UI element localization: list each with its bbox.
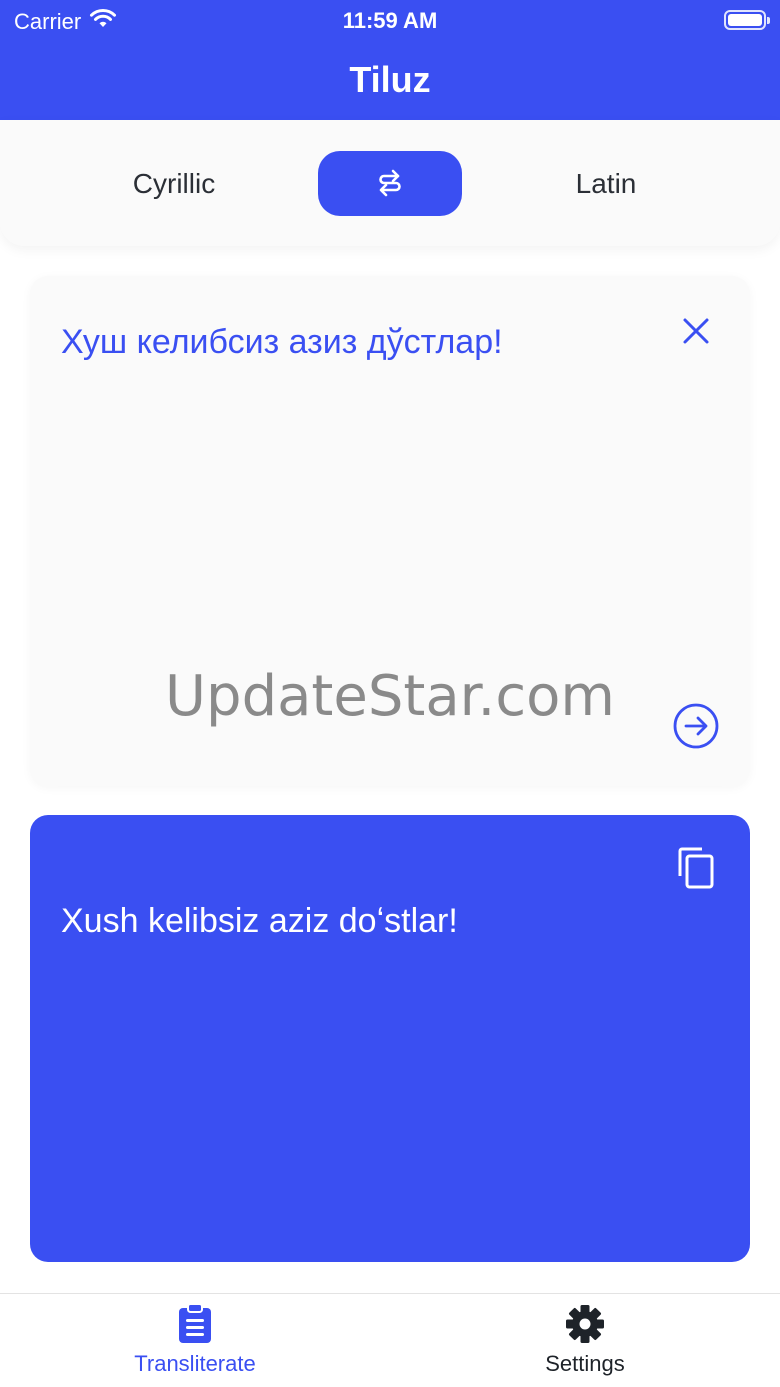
top-bar: Carrier 11:59 AM Tiluz — [0, 0, 780, 120]
target-language-label[interactable]: Latin — [496, 164, 716, 204]
output-text: Xush kelibsiz aziz doʻstlar! — [61, 902, 458, 940]
gear-icon — [565, 1304, 605, 1344]
clipboard-list-icon — [175, 1304, 215, 1344]
copy-icon — [676, 846, 716, 893]
swap-languages-button[interactable] — [318, 151, 462, 216]
tab-label-settings: Settings — [545, 1351, 625, 1376]
copy-button[interactable] — [672, 845, 720, 893]
clear-button[interactable] — [676, 312, 716, 352]
battery-icon — [724, 10, 770, 30]
status-time: 11:59 AM — [342, 8, 438, 33]
swap-arrows-icon — [375, 167, 405, 200]
input-text-field[interactable]: Хуш келибсиз азиз дўстлар! — [61, 320, 661, 364]
tab-bar: Transliterate Settings — [0, 1293, 780, 1387]
tab-settings[interactable]: Settings — [390, 1294, 780, 1387]
watermark: UpdateStar.com — [165, 664, 615, 729]
close-icon — [682, 317, 710, 348]
app: Carrier 11:59 AM Tiluz Cyrillic Latin Ху… — [0, 0, 780, 1387]
tab-label-transliterate: Transliterate — [134, 1351, 256, 1376]
tab-transliterate[interactable]: Transliterate — [0, 1294, 390, 1387]
language-switch-bar: Cyrillic Latin — [0, 120, 780, 246]
output-card: Xush kelibsiz aziz doʻstlar! — [30, 815, 750, 1262]
source-language-label[interactable]: Cyrillic — [64, 164, 284, 204]
page-title: Tiluz — [349, 59, 431, 100]
